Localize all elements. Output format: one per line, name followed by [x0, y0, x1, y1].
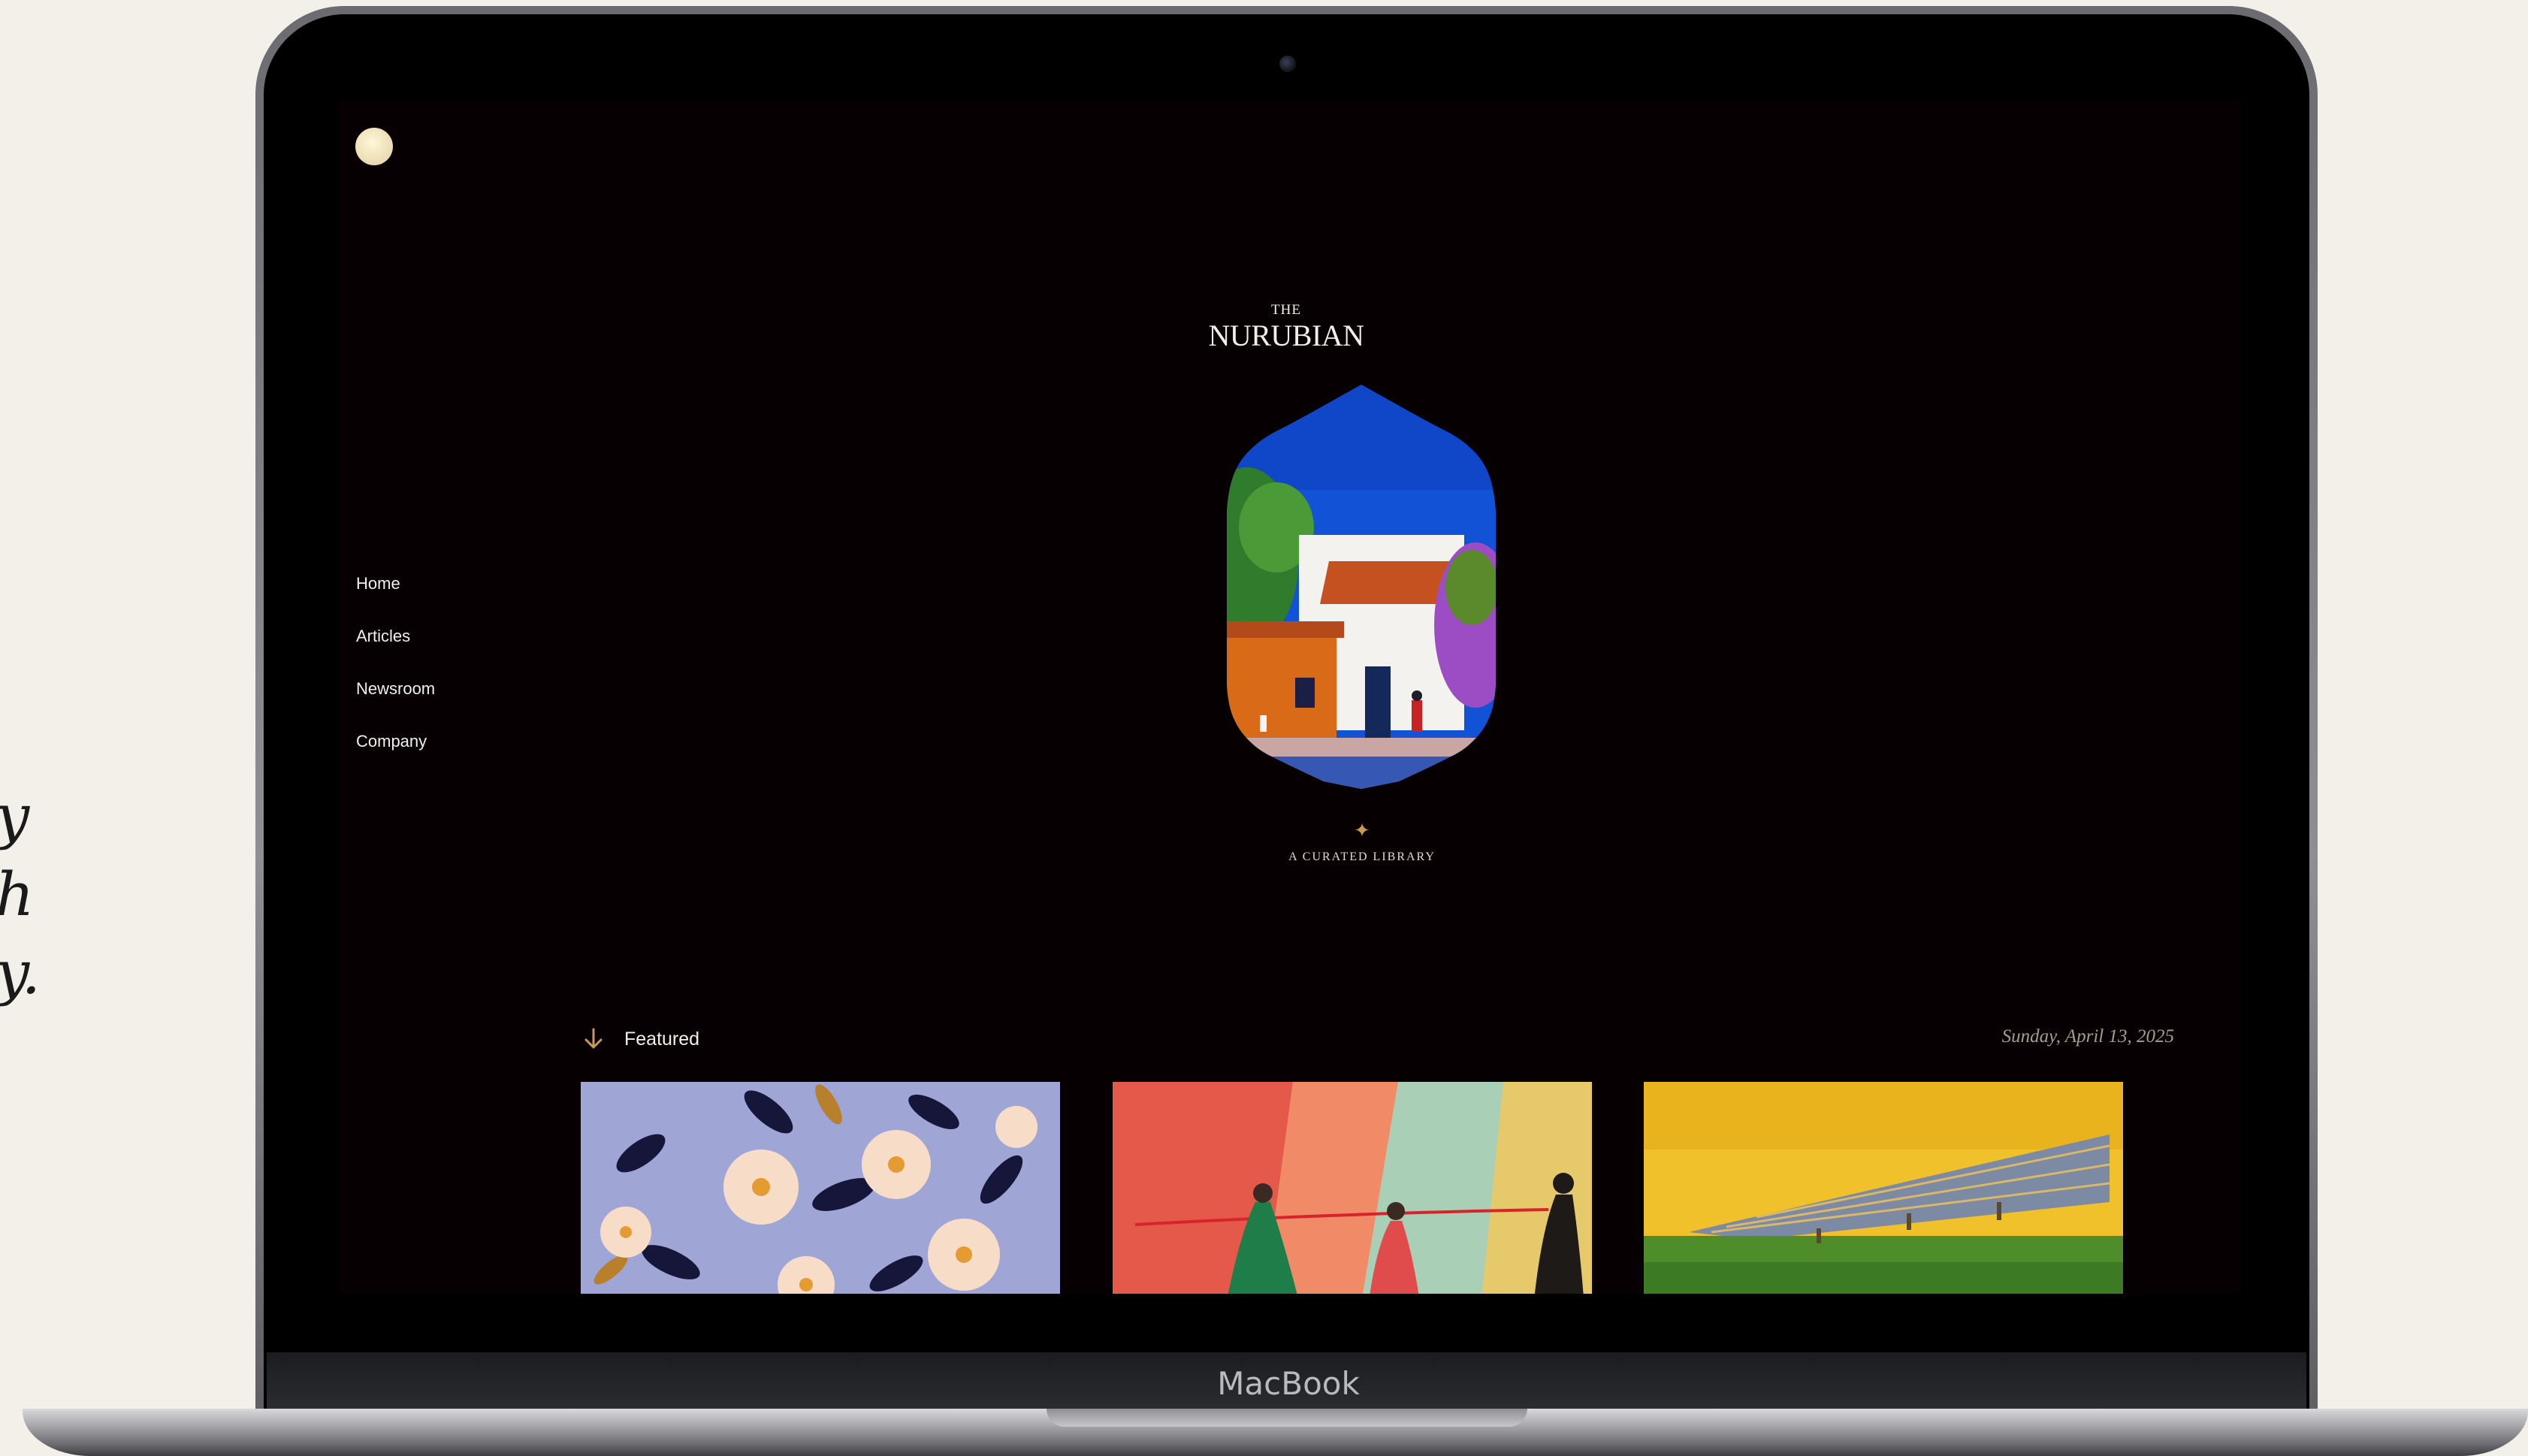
featured-card-flowers[interactable] [581, 1082, 1060, 1294]
current-date: Sunday, April 13, 2025 [2001, 1026, 2174, 1047]
camera-icon [1279, 56, 1296, 72]
flowers-painting-image [581, 1082, 1060, 1294]
featured-card-figures[interactable] [1113, 1082, 1592, 1294]
nav-item-articles[interactable]: Articles [356, 625, 435, 678]
site-masthead[interactable]: THE NURUBIAN [1167, 302, 1405, 353]
nav-item-newsroom[interactable]: Newsroom [356, 678, 435, 730]
backdrop-text-line: h [0, 856, 41, 934]
featured-section-label: Featured [624, 1029, 700, 1050]
side-navigation: Home Articles Newsroom Company [356, 572, 435, 783]
star-divider-icon: ✦ [1354, 819, 1370, 841]
emblem-house-illustration [1227, 385, 1496, 789]
masthead-prefix: THE [1271, 302, 1301, 318]
nav-item-home[interactable]: Home [356, 572, 435, 625]
device-brand-label: MacBook [1217, 1365, 1360, 1402]
nav-item-company[interactable]: Company [356, 730, 435, 783]
solar-field-painting-image [1644, 1082, 2123, 1294]
arrow-down-icon [584, 1028, 603, 1049]
site-tagline: A CURATED LIBRARY [1288, 850, 1436, 863]
website-screen: Home Articles Newsroom Company THE NURUB… [339, 99, 2241, 1294]
backdrop-text: y h y. [0, 778, 41, 1012]
sun-dot-icon[interactable] [355, 128, 393, 165]
laptop-hinge-notch [1047, 1409, 1527, 1427]
masthead-name: NURUBIAN [1208, 319, 1364, 352]
featured-card-solar-field[interactable] [1644, 1082, 2123, 1294]
backdrop-text-line: y [0, 778, 41, 856]
figures-rope-painting-image [1113, 1082, 1592, 1294]
backdrop-text-line: y. [0, 938, 41, 1007]
